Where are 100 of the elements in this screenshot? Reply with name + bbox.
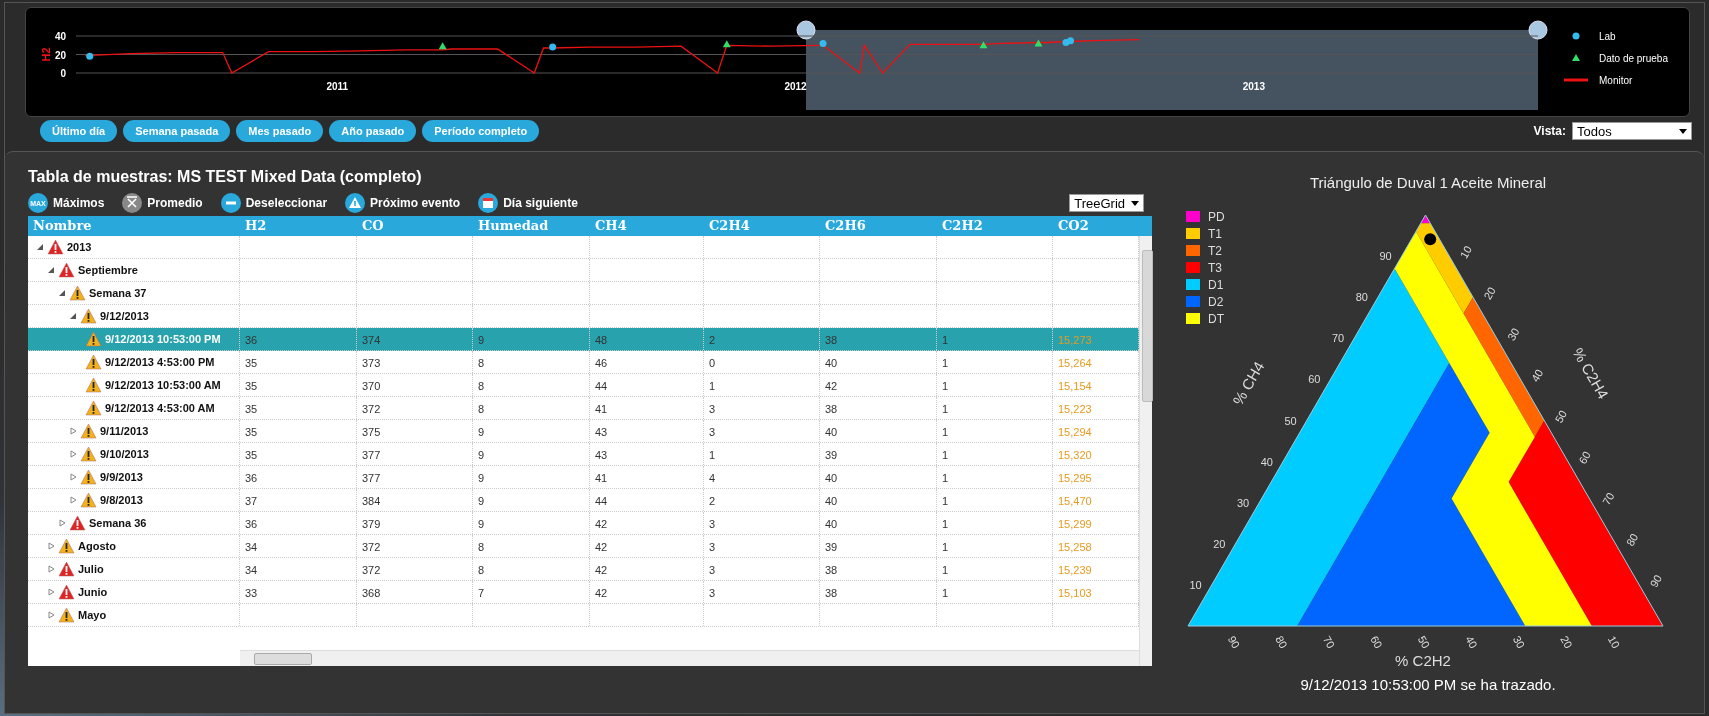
axis-tick-label: 50 [1415,633,1433,651]
collapsed-icon[interactable] [47,588,55,596]
toolbar-button[interactable]: Deseleccionar [220,193,328,213]
table-cell: 374 [357,328,473,350]
tree-row[interactable]: Semana 36 36 379 9 42 3 40 1 15,299 [28,512,1139,535]
collapsed-icon[interactable] [69,473,77,481]
tree-row[interactable]: Junio 33 368 7 42 3 38 1 15,103 [28,581,1139,604]
tree-row[interactable]: Agosto 34 372 8 42 3 39 1 15,258 [28,535,1139,558]
table-cell: 377 [357,443,473,465]
vertical-scrollbar[interactable] [1139,236,1152,666]
axis-tick-label: 70 [1320,633,1338,651]
collapsed-icon[interactable] [47,611,55,619]
table-cell: 48 [590,328,704,350]
table-cell: 7 [473,581,590,603]
row-name: Agosto [78,540,116,552]
collapsed-icon[interactable] [47,542,55,550]
table-cell: 9 [473,489,590,511]
table-cell: 38 [820,328,937,350]
test-marker [979,41,988,49]
collapsed-icon[interactable] [69,427,77,435]
legend-label: T2 [1208,244,1222,258]
table-cell: 40 [820,466,937,488]
row-name: 9/12/2013 10:53:00 PM [105,333,221,345]
axis-tick-label: 80 [1273,633,1290,651]
tree-row[interactable]: 9/11/2013 35 375 9 43 3 40 1 15,294 [28,420,1139,443]
table-cell: 373 [357,351,473,373]
axis-tick-label: 10 [1189,578,1202,591]
tree-row[interactable]: 9/12/2013 4:53:00 PM 35 373 8 46 0 40 1 15,264 [28,351,1139,374]
table-cell: 3 [704,558,820,580]
row-name: 9/12/2013 4:53:00 AM [105,402,215,414]
tree-row[interactable]: 9/9/2013 36 377 9 41 4 40 1 15,295 [28,466,1139,489]
warning-icon [80,423,97,439]
test-marker [722,40,731,48]
tree-row[interactable]: 9/12/2013 4:53:00 AM 35 372 8 41 3 38 1 15,223 [28,397,1139,420]
view-mode-dropdown[interactable]: TreeGrid [1069,194,1144,212]
axis-tick-label: 40 [1463,633,1480,651]
tree-row[interactable]: Semana 37 [28,282,1139,305]
range-handle[interactable] [796,20,816,40]
lab-marker [86,52,94,60]
table-cell: 43 [590,443,704,465]
expanded-icon[interactable] [36,243,44,251]
legend-label: PD [1208,210,1225,224]
table-cell: 39 [820,535,937,557]
table-cell: 368 [357,581,473,603]
row-name: Semana 37 [89,287,147,299]
toolbar-button[interactable]: Día siguiente [478,193,578,213]
table-cell: 1 [937,397,1053,419]
table-cell: 9 [473,443,590,465]
view-dropdown[interactable]: Todos [1572,122,1692,140]
tree-row[interactable]: 9/10/2013 35 377 9 43 1 39 1 15,320 [28,443,1139,466]
collapsed-icon[interactable] [69,496,77,504]
table-cell: 42 [590,581,704,603]
table-cell: 3 [704,397,820,419]
toolbar-button[interactable]: Promedio [122,193,203,213]
tree-row[interactable]: Julio 34 372 8 42 3 38 1 15,239 [28,558,1139,581]
expanded-icon[interactable] [58,289,66,297]
row-name: Semana 36 [89,517,147,529]
caret-icon [1131,200,1139,206]
axis-tick-label: 50 [1284,414,1297,427]
axis-tick-label: 70 [1332,332,1345,345]
axis-tick-label: 10 [1605,633,1623,651]
horizontal-scrollbar[interactable] [240,650,1139,666]
alarm-icon [58,561,75,577]
warning-icon [58,538,75,554]
warning-icon [80,492,97,508]
alarm-icon [69,515,86,531]
tree-row[interactable]: 9/12/2013 10:53:00 PM 36 374 9 48 2 38 1 15,273 [28,328,1139,351]
axis-tick-label: 90 [1225,633,1243,651]
table-cell: 33 [240,581,357,603]
table-cell: 36 [240,512,357,534]
table-cell: 40 [820,420,937,442]
tree-row[interactable]: 2013 [28,236,1139,259]
collapsed-icon[interactable] [69,450,77,458]
axis-tick-label: 2011 [326,81,349,92]
expanded-icon[interactable] [47,266,55,274]
calendar-icon [478,193,499,213]
collapsed-icon[interactable] [58,519,66,527]
tree-row[interactable]: Septiembre [28,259,1139,282]
table-cell: 1 [937,374,1053,396]
tree-row[interactable]: Mayo [28,604,1139,627]
legend-label: T1 [1208,227,1222,241]
warning-icon [58,607,75,623]
warning-icon [69,285,86,301]
range-handle[interactable] [1528,20,1548,40]
tree-row[interactable]: 9/12/2013 10:53:00 AM 35 370 8 44 1 42 1 15,154 [28,374,1139,397]
axis-tick-label: 40 [54,31,66,42]
warning-icon [85,377,102,393]
table-cell: 1 [704,443,820,465]
tree-row[interactable]: 9/8/2013 37 384 9 44 2 40 1 15,470 [28,489,1139,512]
toolbar-button[interactable]: Próximo evento [345,193,461,213]
expanded-icon[interactable] [69,312,77,320]
row-name: 9/12/2013 4:53:00 PM [105,356,215,368]
axis-tick-label: 10 [1457,243,1475,261]
row-name: Julio [78,563,104,575]
axis-tick-label: 30 [1237,496,1250,509]
collapsed-icon[interactable] [47,565,55,573]
row-name: 9/12/2013 [100,310,149,322]
table-cell: 1 [937,466,1053,488]
table-cell: 9 [473,420,590,442]
close-icon [122,193,143,213]
